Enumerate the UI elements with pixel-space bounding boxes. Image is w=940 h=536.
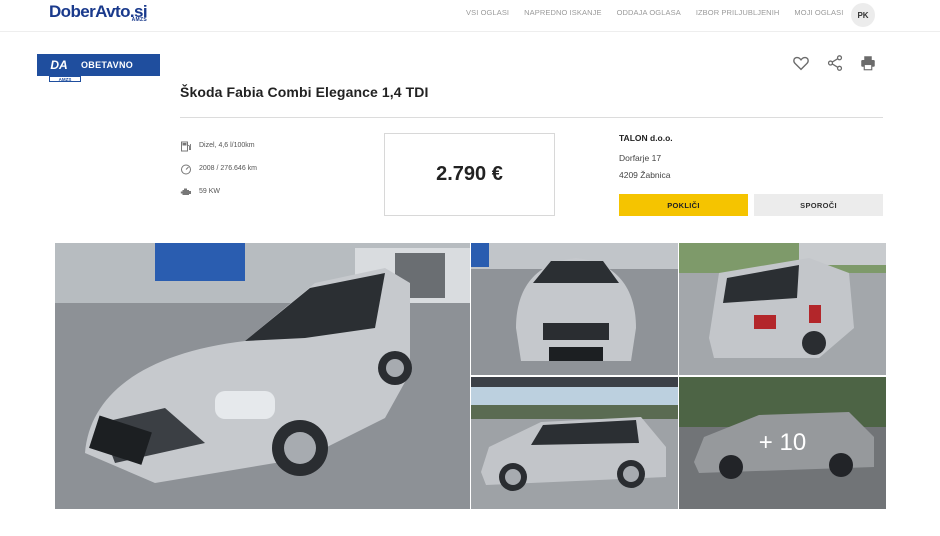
main-photo[interactable] [55, 243, 470, 509]
print-icon[interactable] [859, 54, 877, 72]
fuel-pump-icon [180, 139, 192, 152]
message-button[interactable]: SPOROČI [754, 194, 883, 216]
main-nav: VSI OGLASI NAPREDNO ISKANJE ODDAJA OGLAS… [466, 8, 858, 17]
photo-gallery: + 10 [55, 243, 886, 509]
spec-year-mileage: 2008 / 276.646 km [180, 162, 257, 175]
share-icon[interactable] [826, 54, 844, 72]
site-logo[interactable]: DoberAvto.si AMZS [49, 2, 148, 24]
top-navigation-bar: DoberAvto.si AMZS VSI OGLASI NAPREDNO IS… [0, 0, 940, 32]
price-value: 2.790 € [436, 163, 503, 185]
spec-power: 59 KW [180, 185, 220, 197]
photo-side[interactable] [471, 377, 678, 509]
logo-sub: AMZS [131, 17, 147, 23]
badge-sub: AMZS [49, 76, 81, 82]
rating-badge: DA OBETAVNO AMZS [37, 54, 160, 82]
photo-front-image [471, 243, 678, 375]
seller-street: Dorfarje 17 [619, 153, 662, 163]
nav-favorites[interactable]: IZBOR PRILJUBLJENIH [696, 8, 780, 17]
spec-fuel-text: Dizel, 4,6 l/100km [199, 141, 255, 149]
badge-label: OBETAVNO [81, 60, 134, 70]
seller-name: TALON d.o.o. [619, 133, 673, 143]
price-box: 2.790 € [384, 133, 555, 216]
photo-rear[interactable] [679, 243, 886, 375]
speedometer-icon [180, 162, 192, 175]
spec-fuel: Dizel, 4,6 l/100km [180, 139, 255, 152]
heart-icon[interactable] [792, 54, 810, 72]
nav-all-listings[interactable]: VSI OGLASI [466, 8, 509, 17]
badge-mark: DA [50, 58, 68, 72]
nav-my-listings[interactable]: MOJI OGLASI [794, 8, 843, 17]
more-photos-count: + 10 [679, 377, 886, 509]
main-photo-image [55, 243, 470, 509]
nav-advanced-search[interactable]: NAPREDNO ISKANJE [524, 8, 601, 17]
call-button[interactable]: POKLIČI [619, 194, 748, 216]
spec-year-mileage-text: 2008 / 276.646 km [199, 164, 257, 172]
spec-power-text: 59 KW [199, 187, 221, 195]
photo-more[interactable]: + 10 [679, 377, 886, 509]
seller-city: 4209 Žabnica [619, 170, 671, 180]
photo-rear-image [679, 243, 886, 375]
photo-side-image [471, 377, 678, 509]
nav-post-listing[interactable]: ODDAJA OGLASA [617, 8, 681, 17]
engine-icon [180, 185, 192, 197]
title-divider [180, 117, 883, 118]
user-avatar[interactable]: PK [851, 3, 875, 27]
listing-title: Škoda Fabia Combi Elegance 1,4 TDI [180, 84, 429, 100]
photo-front[interactable] [471, 243, 678, 375]
